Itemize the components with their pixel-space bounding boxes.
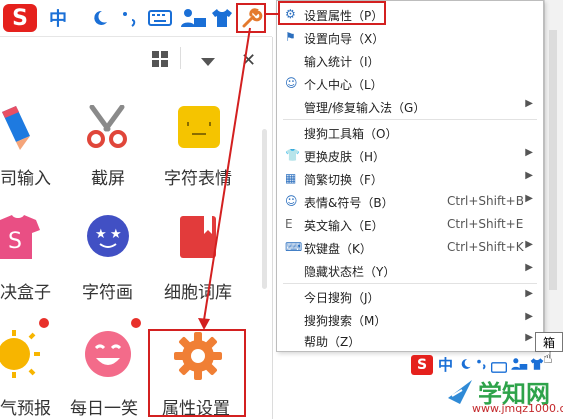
watermark-url: www.jmqz1000.com (472, 402, 563, 415)
annotation-arrow (198, 13, 278, 330)
